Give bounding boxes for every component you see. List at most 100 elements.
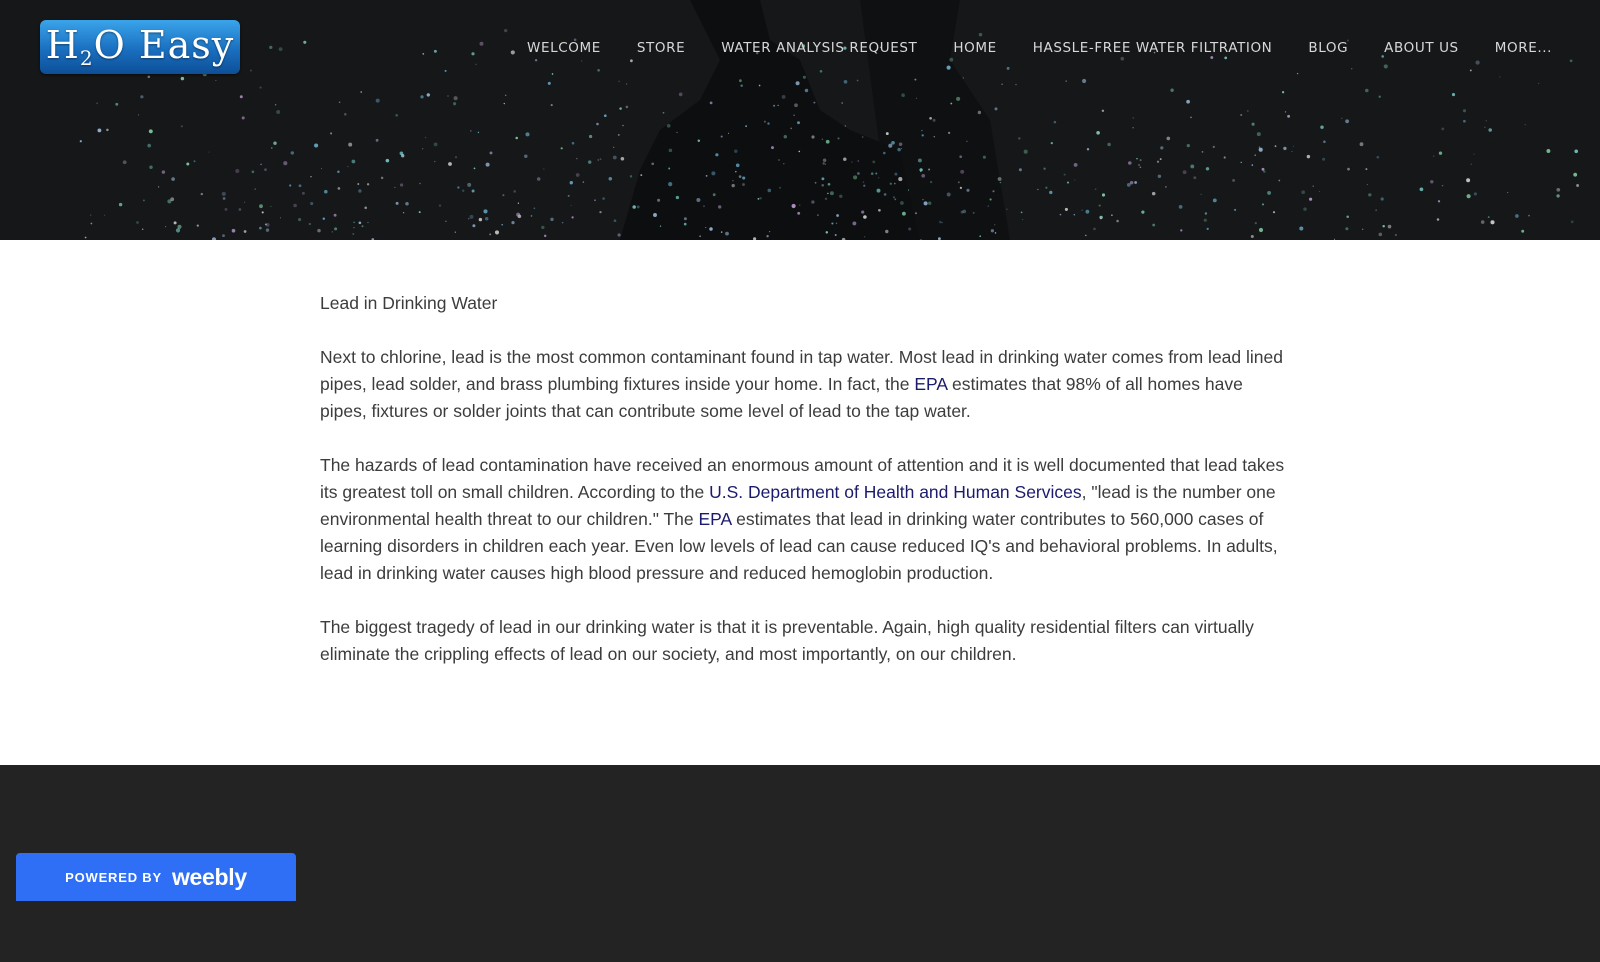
hero-sparkle — [1096, 131, 1100, 135]
hero-sparkle — [898, 177, 903, 182]
hero-sparkle — [1318, 190, 1320, 193]
hero-sparkle — [1507, 192, 1509, 194]
nav-item-home[interactable]: HOME — [935, 38, 1014, 58]
hhs-link[interactable]: U.S. Department of Health and Human Serv… — [709, 482, 1082, 502]
hero-sparkle — [84, 236, 87, 239]
hero-sparkle — [444, 69, 447, 72]
site-logo[interactable]: H2O Easy — [40, 20, 240, 74]
hero-sparkle — [1274, 145, 1277, 148]
hero-sparkle — [399, 183, 404, 187]
hero-sparkle — [141, 228, 144, 231]
hero-sparkle — [260, 163, 262, 166]
hero-sparkle — [375, 138, 379, 142]
hero-sparkle — [402, 211, 405, 214]
hero-sparkle — [1380, 197, 1384, 201]
hero-sparkle — [513, 190, 516, 193]
hero-sparkle — [1050, 141, 1053, 145]
hero-sparkle — [1043, 167, 1046, 170]
nav-item-water-analysis-request[interactable]: WATER ANALYSIS REQUEST — [703, 38, 935, 58]
hero-sparkle — [898, 142, 903, 146]
hero-sparkle — [505, 94, 507, 96]
hero-sparkle — [857, 172, 860, 175]
hero-sparkle — [534, 59, 538, 62]
hero-sparkle — [298, 218, 302, 222]
hero-sparkle — [353, 221, 355, 224]
hero-sparkle — [1258, 146, 1260, 148]
hero-sparkle — [629, 175, 633, 178]
hero-sparkle — [279, 217, 281, 219]
hero-sparkle — [921, 173, 926, 178]
hero-sparkle — [1190, 164, 1195, 169]
powered-by-weebly-badge[interactable]: POWERED BY weebly — [16, 853, 296, 901]
epa-link[interactable]: EPA — [914, 374, 947, 394]
hero-sparkle — [418, 211, 421, 214]
nav-item-store[interactable]: STORE — [619, 38, 703, 58]
hero-sparkle — [617, 233, 621, 237]
hero-sparkle — [475, 63, 477, 66]
hero-sparkle — [570, 205, 572, 207]
hero-sparkle — [864, 236, 866, 238]
hero-sparkle — [395, 201, 399, 205]
hero-sparkle — [426, 93, 430, 97]
hero-sparkle — [569, 181, 573, 185]
nav-item-about-us[interactable]: ABOUT US — [1366, 38, 1477, 58]
logo-text: H2O Easy — [45, 23, 235, 70]
hero-sparkle — [1037, 188, 1039, 191]
hero-sparkle — [827, 192, 829, 195]
hero-sparkle — [705, 174, 708, 177]
hero-sparkle — [883, 151, 886, 155]
hero-sparkle — [274, 104, 277, 106]
hero-sparkle — [1556, 194, 1560, 198]
hero-sparkle — [222, 197, 226, 200]
hero-sparkle — [987, 205, 989, 207]
hero-sparkle — [1437, 200, 1441, 203]
hero-sparkle — [405, 201, 409, 206]
hero-sparkle — [1546, 149, 1551, 153]
hero-sparkle — [1287, 114, 1291, 118]
hero-sparkle — [314, 143, 319, 148]
hero-sparkle — [1521, 229, 1525, 233]
hero-sparkle — [516, 212, 521, 217]
hero-sparkle — [364, 206, 367, 210]
hero-sparkle — [771, 146, 774, 150]
hero-sparkle — [479, 41, 484, 46]
hero-sparkle — [473, 167, 476, 170]
hero-sparkle — [709, 101, 713, 105]
epa-link-2[interactable]: EPA — [698, 509, 731, 529]
hero-sparkle — [811, 200, 815, 204]
hero-sparkle — [276, 110, 281, 114]
hero-sparkle — [503, 102, 505, 105]
hero-sparkle — [778, 159, 780, 161]
hero-sparkle — [334, 227, 338, 231]
hero-sparkle — [1064, 207, 1068, 211]
hero-sparkle — [468, 218, 470, 220]
nav-item-hassle-free-water-filtration[interactable]: HASSLE-FREE WATER FILTRATION — [1015, 38, 1291, 58]
hero-sparkle — [734, 149, 738, 154]
hero-sparkle — [1006, 66, 1010, 70]
hero-sparkle — [1254, 154, 1256, 156]
hero-sparkle — [517, 202, 520, 204]
hero-sparkle — [1378, 95, 1381, 98]
hero-sparkle — [1524, 124, 1526, 126]
nav-item-blog[interactable]: BLOG — [1290, 38, 1366, 58]
hero-sparkle — [434, 161, 436, 163]
hero-sparkle — [602, 197, 605, 200]
hero-sparkle — [249, 69, 252, 72]
hero-sparkle — [1419, 187, 1424, 192]
hero-sparkle — [1116, 219, 1119, 223]
hero-sparkle — [1361, 228, 1364, 231]
nav-item-more[interactable]: MORE... — [1477, 38, 1552, 58]
hero-sparkle — [811, 135, 815, 139]
hero-sparkle — [1200, 193, 1202, 195]
hero-sparkle — [1365, 88, 1369, 93]
hero-sparkle — [1466, 178, 1471, 183]
hero-sparkle — [819, 70, 823, 73]
hero-sparkle — [1312, 185, 1314, 187]
hero-sparkle — [1556, 187, 1561, 192]
hero-sparkle — [1528, 214, 1530, 217]
article-paragraph-3: The biggest tragedy of lead in our drink… — [320, 617, 1254, 664]
hero-sparkle — [813, 101, 816, 104]
hero-sparkle — [921, 129, 923, 132]
hero-sparkle — [461, 189, 465, 193]
nav-item-welcome[interactable]: WELCOME — [509, 38, 619, 58]
